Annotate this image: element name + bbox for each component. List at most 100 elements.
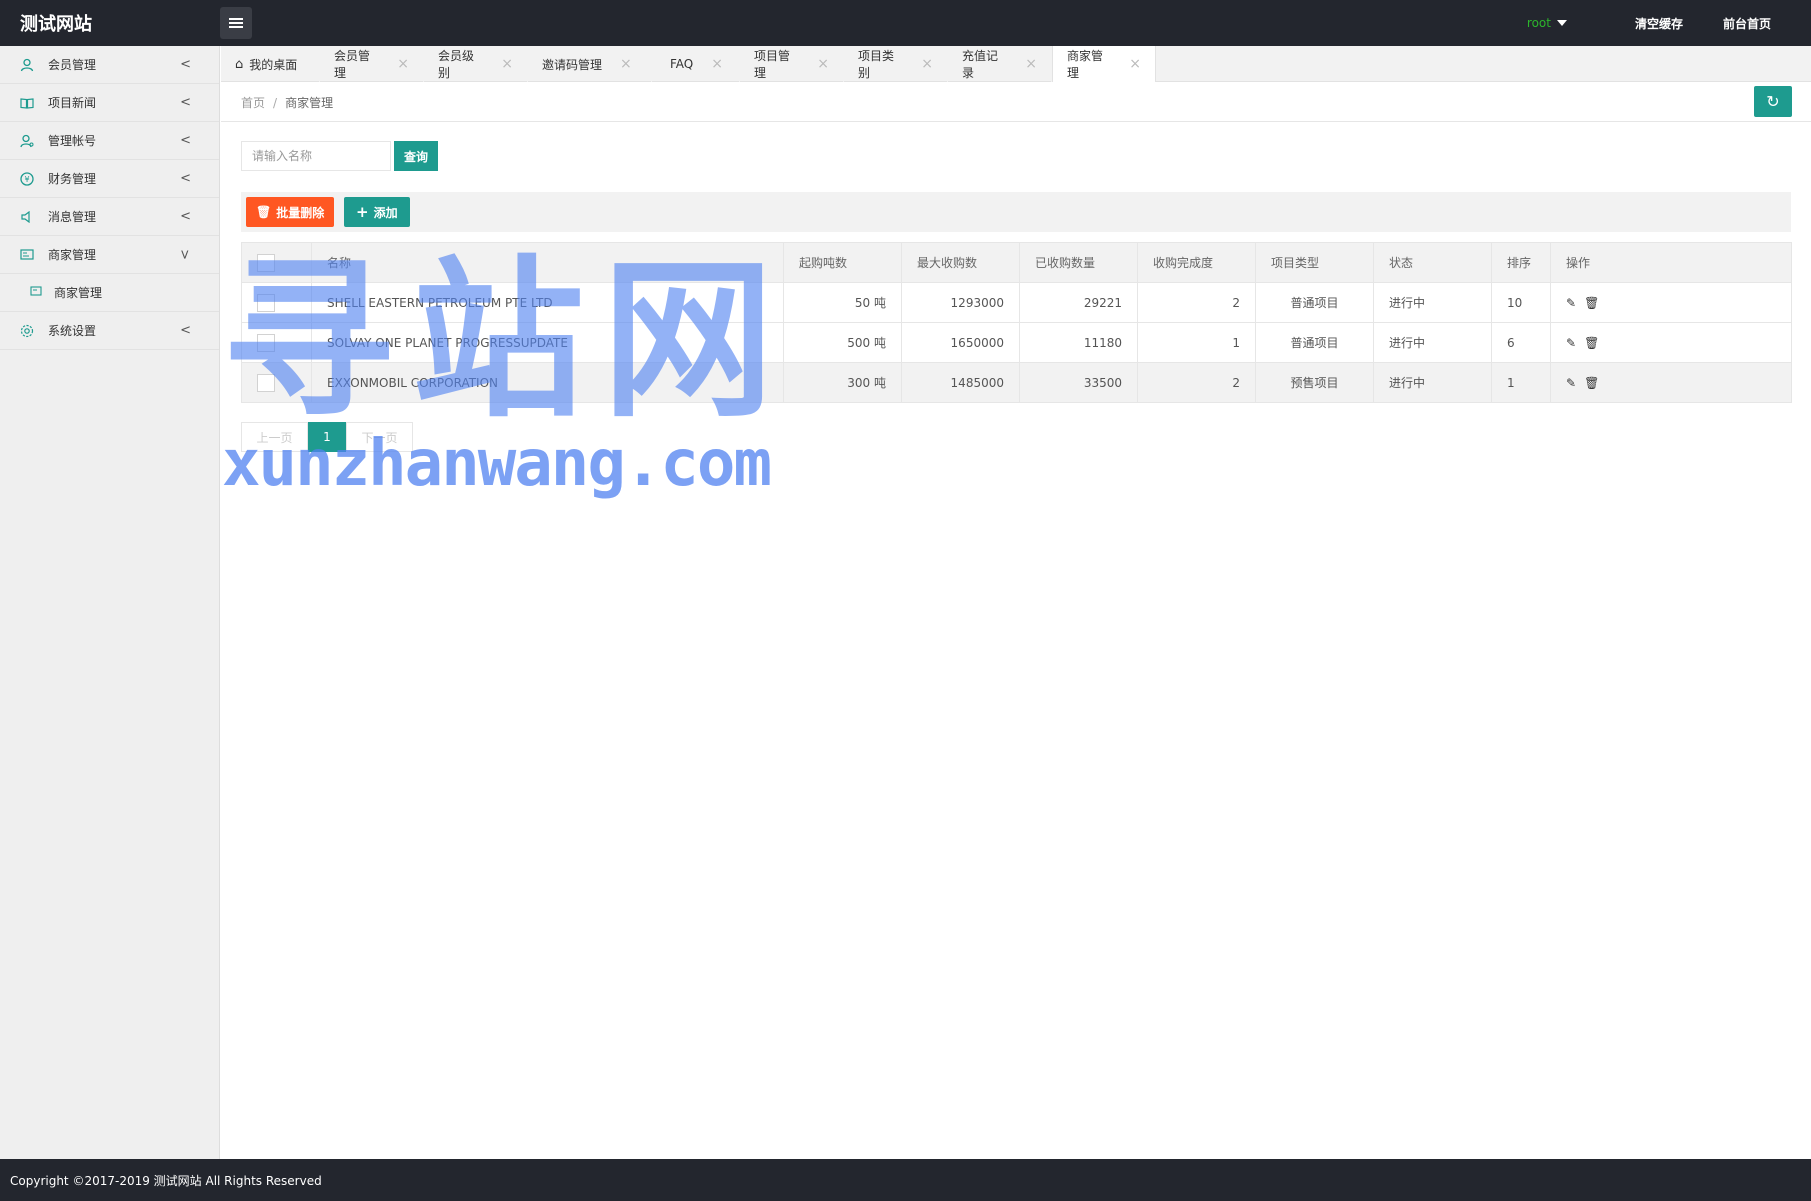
cell-actions: ✎ 🗑 xyxy=(1550,282,1792,323)
sidebar-item-label: 项目新闻 xyxy=(48,96,97,110)
cell-progress: 2 xyxy=(1137,282,1256,323)
add-button[interactable]: + 添加 xyxy=(344,197,410,227)
sidebar-item-admin[interactable]: 管理帐号 < xyxy=(0,122,219,160)
trash-icon: 🗑 xyxy=(256,205,272,219)
chevron-left-icon: < xyxy=(180,171,191,186)
cell-type: 预售项目 xyxy=(1255,362,1374,403)
sidebar-item-label: 管理帐号 xyxy=(48,134,97,148)
watermark-text: 寻站网 xyxy=(222,240,792,441)
tab-recharge-records[interactable]: 充值记录 × xyxy=(948,46,1052,82)
cell-actions: ✎ 🗑 xyxy=(1550,362,1792,403)
close-icon[interactable]: × xyxy=(711,56,723,72)
add-label: 添加 xyxy=(373,205,398,220)
home-icon: ⌂ xyxy=(235,56,244,72)
tab-dashboard[interactable]: ⌂ 我的桌面 xyxy=(221,46,320,82)
tab-merchants[interactable]: 商家管理 × xyxy=(1052,46,1156,82)
chevron-left-icon: < xyxy=(180,95,191,110)
breadcrumb-home[interactable]: 首页 xyxy=(241,96,265,110)
breadcrumb-current: 商家管理 xyxy=(285,96,334,110)
refresh-button[interactable]: ↻ xyxy=(1754,86,1792,117)
cell-max: 1650000 xyxy=(901,322,1020,363)
cell-sort: 10 xyxy=(1491,282,1551,323)
col-header: 操作 xyxy=(1550,242,1792,283)
batch-delete-button[interactable]: 🗑 批量删除 xyxy=(246,197,335,227)
close-icon[interactable]: × xyxy=(921,56,933,72)
sidebar-item-news[interactable]: 项目新闻 < xyxy=(0,84,219,122)
sidebar-subitem-merchants[interactable]: 商家管理 xyxy=(0,274,219,312)
col-header: 项目类型 xyxy=(1255,242,1374,283)
col-header: 状态 xyxy=(1373,242,1492,283)
caret-down-icon xyxy=(1556,20,1567,26)
tab-projects[interactable]: 项目管理 × xyxy=(740,46,844,82)
cell-min: 50 吨 xyxy=(783,282,902,323)
chevron-left-icon: < xyxy=(180,209,191,224)
breadcrumb: 首页 / 商家管理 xyxy=(241,94,333,111)
sidebar-item-finance[interactable]: ¥ 财务管理 < xyxy=(0,160,219,198)
frontend-home-link[interactable]: 前台首页 xyxy=(1723,15,1771,32)
sidebar-item-merchants[interactable]: 商家管理 < xyxy=(0,236,219,274)
close-icon[interactable]: × xyxy=(817,56,829,72)
delete-icon[interactable]: 🗑 xyxy=(1584,336,1599,350)
svg-text:¥: ¥ xyxy=(24,175,29,184)
cell-type: 普通项目 xyxy=(1255,282,1374,323)
table-toolbar: 🗑 批量删除 + 添加 xyxy=(241,192,1791,232)
col-header: 收购完成度 xyxy=(1137,242,1256,283)
tab-faq[interactable]: FAQ × xyxy=(652,46,740,82)
user-menu[interactable]: root xyxy=(1527,16,1567,30)
batch-delete-label: 批量删除 xyxy=(276,205,325,220)
copyright-text: Copyright ©2017-2019 测试网站 All Rights Res… xyxy=(10,1173,322,1188)
tab-member-levels[interactable]: 会员级别 × xyxy=(424,46,528,82)
search-input[interactable] xyxy=(241,141,391,171)
tab-label: 我的桌面 xyxy=(249,57,298,72)
refresh-icon: ↻ xyxy=(1766,92,1780,111)
clear-cache-link[interactable]: 清空缓存 xyxy=(1635,15,1683,32)
sidebar-item-settings[interactable]: 系统设置 < xyxy=(0,312,219,350)
cell-actions: ✎ 🗑 xyxy=(1550,322,1792,363)
cell-min: 500 吨 xyxy=(783,322,902,363)
site-logo[interactable]: 测试网站 xyxy=(20,10,92,36)
search-button[interactable]: 查询 xyxy=(394,141,438,171)
cell-bought: 33500 xyxy=(1019,362,1138,403)
close-icon[interactable]: × xyxy=(620,56,632,72)
tab-project-categories[interactable]: 项目类别 × xyxy=(844,46,948,82)
plus-icon: + xyxy=(356,203,369,221)
user-icon xyxy=(20,58,34,72)
chevron-down-icon: < xyxy=(178,249,194,260)
sidebar-item-label: 商家管理 xyxy=(54,286,103,300)
delete-icon[interactable]: 🗑 xyxy=(1584,376,1599,390)
cell-max: 1485000 xyxy=(901,362,1020,403)
sidebar: 会员管理 < 项目新闻 < 管理帐号 < ¥ 财务管理 < 消息管理 < 商家管… xyxy=(0,46,220,1159)
close-icon[interactable]: × xyxy=(397,56,409,72)
user-name: root xyxy=(1526,16,1551,30)
close-icon[interactable]: × xyxy=(1025,56,1037,72)
edit-icon[interactable]: ✎ xyxy=(1566,296,1576,310)
tab-members[interactable]: 会员管理 × xyxy=(320,46,424,82)
cell-max: 1293000 xyxy=(901,282,1020,323)
sidebar-item-label: 商家管理 xyxy=(48,248,97,262)
edit-icon[interactable]: ✎ xyxy=(1566,336,1576,350)
chevron-left-icon: < xyxy=(180,57,191,72)
tab-label: 项目类别 xyxy=(858,49,895,80)
col-header: 最大收购数 xyxy=(901,242,1020,283)
sidebar-item-messages[interactable]: 消息管理 < xyxy=(0,198,219,236)
footer: Copyright ©2017-2019 测试网站 All Rights Res… xyxy=(0,1159,1811,1201)
delete-icon[interactable]: 🗑 xyxy=(1584,296,1599,310)
tab-label: 项目管理 xyxy=(754,49,791,80)
chevron-left-icon: < xyxy=(180,133,191,148)
menu-toggle-button[interactable] xyxy=(220,7,252,39)
col-header: 起购吨数 xyxy=(783,242,902,283)
top-header: 测试网站 root 清空缓存 前台首页 xyxy=(0,0,1811,46)
chevron-left-icon: < xyxy=(180,323,191,338)
sidebar-item-label: 消息管理 xyxy=(48,210,97,224)
sidebar-item-label: 财务管理 xyxy=(48,172,97,186)
sidebar-item-members[interactable]: 会员管理 < xyxy=(0,46,219,84)
cell-min: 300 吨 xyxy=(783,362,902,403)
tab-invite-codes[interactable]: 邀请码管理 × xyxy=(528,46,652,82)
close-icon[interactable]: × xyxy=(1129,56,1141,72)
cell-progress: 1 xyxy=(1137,322,1256,363)
watermark-url: xunzhanwang.com xyxy=(222,427,772,501)
cell-sort: 1 xyxy=(1491,362,1551,403)
edit-icon[interactable]: ✎ xyxy=(1566,376,1576,390)
close-icon[interactable]: × xyxy=(501,56,513,72)
book-icon xyxy=(20,96,34,110)
